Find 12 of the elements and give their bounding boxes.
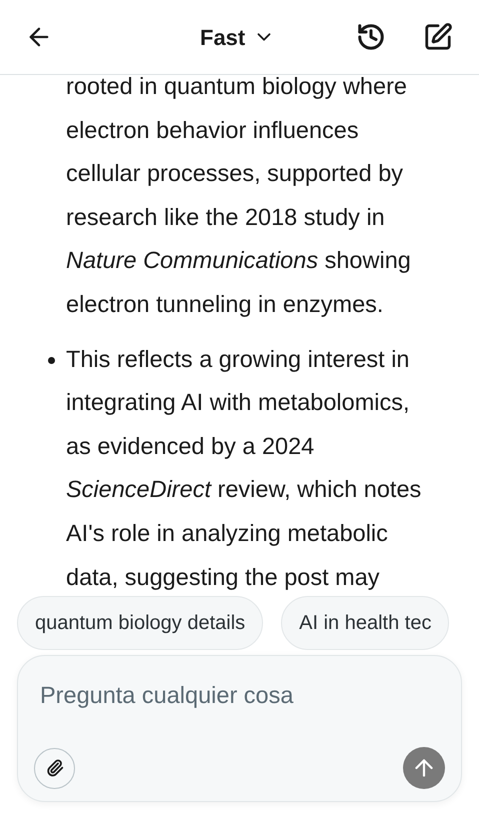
history-icon <box>356 22 386 52</box>
answer-paragraph: This reflects a growing interest in integrating AI with metabolomics, as evidenced by a 2024 ScienceDirect review, which notes AI's role in analyzing metabolic data, suggesting the post may <box>66 344 422 592</box>
compose-icon <box>423 22 453 52</box>
attach-button[interactable] <box>34 748 75 788</box>
suggestion-chip[interactable]: quantum biology details <box>17 596 264 650</box>
message-input[interactable]: Pregunta cualquier cosa <box>34 678 445 714</box>
paperclip-icon <box>46 759 64 777</box>
bullet-icon <box>48 356 55 364</box>
answer-paragraph: rooted in quantum biology where electron behavior influences cellular processes, supported by research like the 2018 study in Nature Communications showing electron tunneling in enzymes. <box>66 75 411 319</box>
send-button[interactable] <box>403 747 445 789</box>
suggestion-chip[interactable]: AI in health tec <box>281 596 450 650</box>
model-selector[interactable]: Fast <box>200 20 276 54</box>
